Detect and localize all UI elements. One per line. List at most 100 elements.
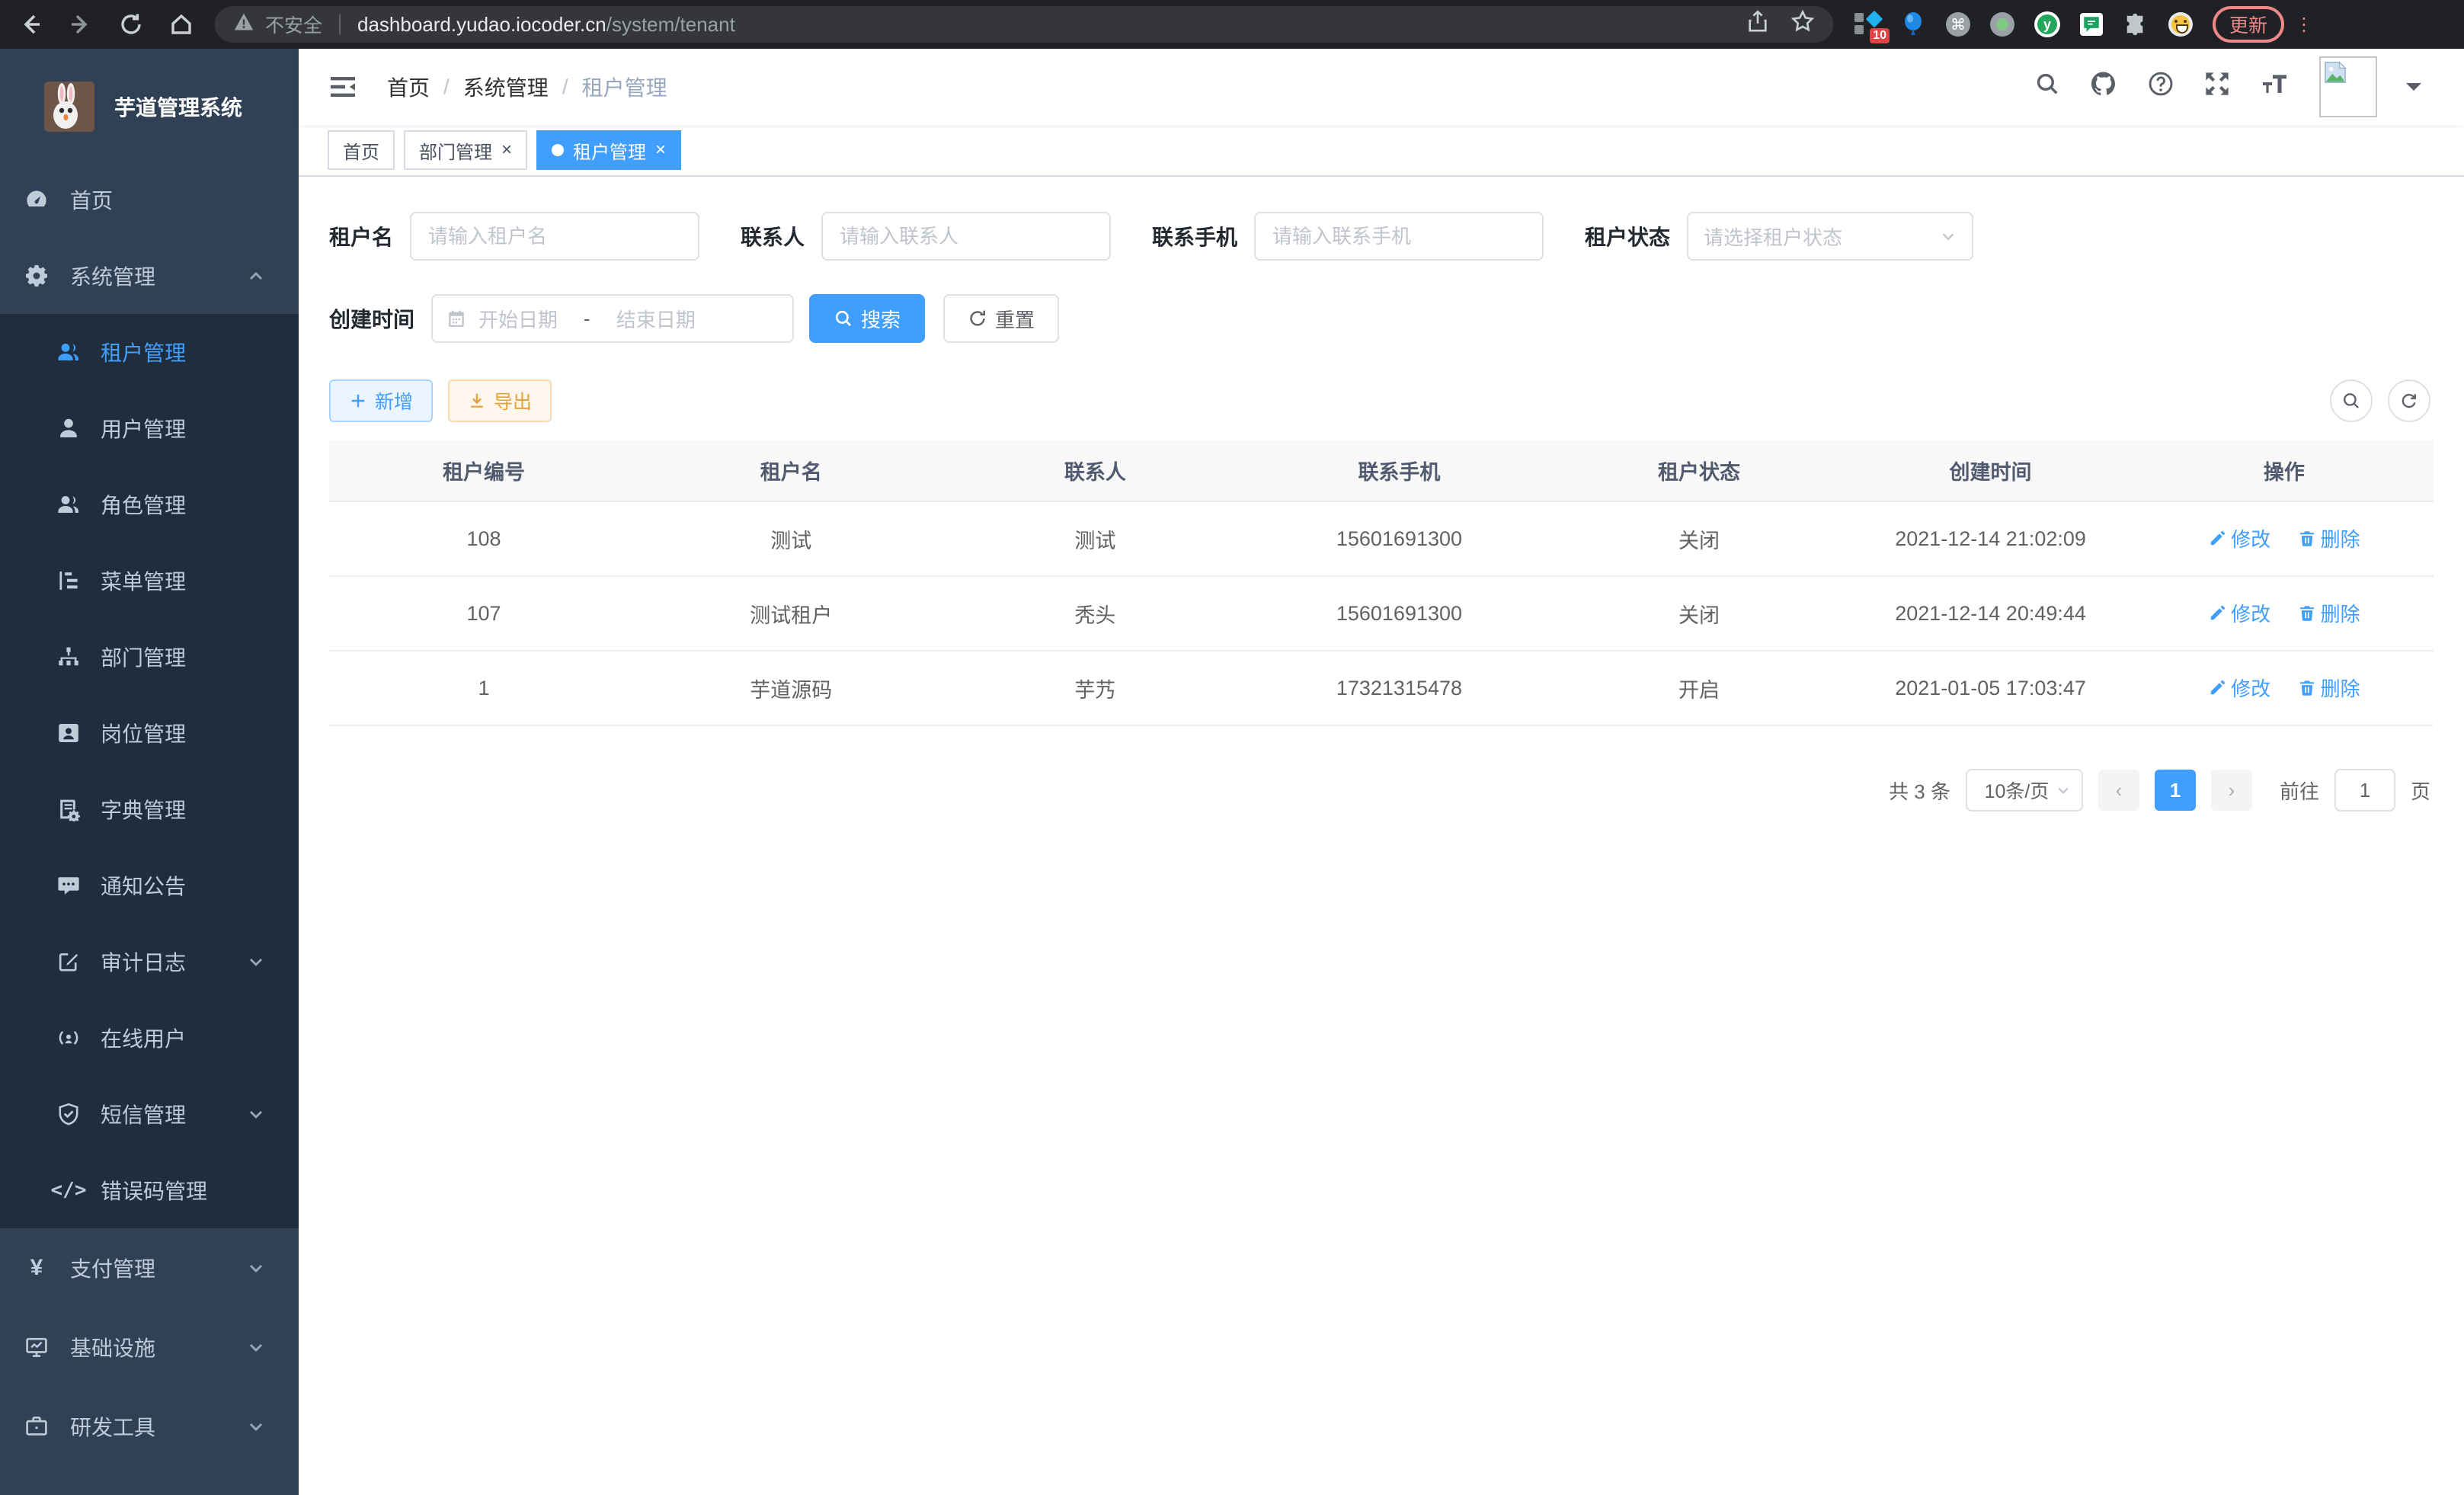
tab-tenant[interactable]: 租户管理 × xyxy=(536,130,681,170)
select-caret-icon xyxy=(2056,783,2071,798)
url-path: /system/tenant xyxy=(606,13,735,36)
breadcrumb-system[interactable]: 系统管理 xyxy=(463,72,549,102)
extension-y-icon[interactable]: y xyxy=(2034,11,2060,37)
status-text: 关闭 xyxy=(1552,576,1847,651)
font-size-icon[interactable] xyxy=(2260,72,2290,102)
menu-tree-icon xyxy=(56,568,81,593)
roles-icon xyxy=(56,492,81,517)
url-bar[interactable]: 不安全 dashboard.yudao.iocoder.cn/system/te… xyxy=(215,6,1833,43)
home-icon[interactable] xyxy=(169,12,194,37)
app-window: 不安全 dashboard.yudao.iocoder.cn/system/te… xyxy=(0,0,2464,1495)
sidebar-item-online-user[interactable]: 在线用户 xyxy=(0,1000,299,1076)
browser-menu-icon[interactable]: ⋮ xyxy=(2295,14,2313,36)
tab-dept[interactable]: 部门管理 × xyxy=(404,130,527,170)
trash-icon xyxy=(2298,530,2316,548)
export-button[interactable]: 导出 xyxy=(448,379,552,422)
refresh-icon xyxy=(968,309,987,328)
url-divider xyxy=(339,14,341,34)
show-search-toggle-button[interactable] xyxy=(2330,379,2373,422)
sidebar-item-user[interactable]: 用户管理 xyxy=(0,390,299,466)
sidebar-item-payment[interactable]: ¥ 支付管理 xyxy=(0,1228,299,1308)
app-logo[interactable]: 芋道管理系统 xyxy=(0,49,299,162)
sidebar-item-error-code[interactable]: </> 错误码管理 xyxy=(0,1152,299,1228)
tab-home[interactable]: 首页 xyxy=(328,130,395,170)
online-user-icon xyxy=(56,1026,81,1050)
extension-balloon-icon[interactable] xyxy=(1900,11,1926,37)
sidebar-item-audit-log[interactable]: 审计日志 xyxy=(0,924,299,1000)
sidebar-item-sms[interactable]: 短信管理 xyxy=(0,1076,299,1152)
delete-link[interactable]: 删除 xyxy=(2298,599,2360,627)
table-header-row: 租户编号 租户名 联系人 联系手机 租户状态 创建时间 操作 xyxy=(329,440,2434,501)
reload-icon[interactable] xyxy=(119,12,143,37)
reset-button[interactable]: 重置 xyxy=(943,294,1059,343)
chevron-down-icon xyxy=(247,1417,265,1436)
user-icon xyxy=(56,416,81,440)
avatar[interactable] xyxy=(2319,56,2377,117)
search-button[interactable]: 搜索 xyxy=(809,294,925,343)
sidebar-item-notice[interactable]: 通知公告 xyxy=(0,847,299,924)
page-size-select[interactable]: 10条/页 xyxy=(1966,769,2083,812)
browser-toolbar: 不安全 dashboard.yudao.iocoder.cn/system/te… xyxy=(0,0,2464,49)
sidebar-item-home[interactable]: 首页 xyxy=(0,162,299,238)
delete-link[interactable]: 删除 xyxy=(2298,674,2360,702)
delete-link[interactable]: 删除 xyxy=(2298,524,2360,552)
phone-input[interactable] xyxy=(1254,212,1544,261)
dashboard-icon xyxy=(24,187,49,212)
contact-input[interactable] xyxy=(821,212,1111,261)
tenant-name-input[interactable] xyxy=(410,212,699,261)
help-icon[interactable] xyxy=(2147,70,2174,104)
sidebar-item-dev-tools[interactable]: 研发工具 xyxy=(0,1387,299,1466)
chevron-up-icon xyxy=(247,267,265,285)
sidebar-item-menu[interactable]: 菜单管理 xyxy=(0,543,299,619)
update-button[interactable]: 更新 xyxy=(2213,6,2284,43)
sidebar-item-post[interactable]: 岗位管理 xyxy=(0,695,299,771)
back-icon[interactable] xyxy=(18,12,43,37)
sidebar-item-dept[interactable]: 部门管理 xyxy=(0,619,299,695)
active-tab-dot xyxy=(552,144,564,156)
extension-command-icon[interactable]: ⌘ xyxy=(1946,12,1970,37)
edit-link[interactable]: 修改 xyxy=(2208,674,2270,702)
create-time-range-input[interactable]: 开始日期 - 结束日期 xyxy=(431,294,794,343)
add-button[interactable]: 新增 xyxy=(329,379,433,422)
security-warning-icon[interactable] xyxy=(233,11,254,39)
post-badge-icon xyxy=(56,721,81,745)
extension-chat-icon[interactable] xyxy=(2080,13,2103,36)
error-code-icon: </> xyxy=(56,1178,81,1202)
status-select[interactable]: 请选择租户状态 xyxy=(1687,212,1973,261)
sidebar-item-tenant[interactable]: 租户管理 xyxy=(0,314,299,390)
sidebar-item-system[interactable]: 系统管理 xyxy=(0,238,299,314)
breadcrumb-home[interactable]: 首页 xyxy=(387,72,430,102)
sidebar-item-dict[interactable]: 字典管理 xyxy=(0,771,299,847)
col-tenant-id: 租户编号 xyxy=(329,440,638,501)
github-icon[interactable] xyxy=(2089,69,2118,104)
extension-grid-icon[interactable]: 10 xyxy=(1854,11,1880,37)
forward-icon[interactable] xyxy=(69,12,93,37)
create-time-label: 创建时间 xyxy=(329,303,431,334)
refresh-table-button[interactable] xyxy=(2388,379,2430,422)
extension-green-dot-icon[interactable] xyxy=(1990,12,2014,37)
col-status: 租户状态 xyxy=(1552,440,1847,501)
sidebar-collapse-icon[interactable] xyxy=(317,75,369,99)
edit-link[interactable]: 修改 xyxy=(2208,599,2270,627)
avatar-caret-icon[interactable] xyxy=(2406,83,2421,98)
goto-page-input[interactable] xyxy=(2334,769,2395,812)
close-icon[interactable]: × xyxy=(501,139,512,161)
url-text: dashboard.yudao.iocoder.cn/system/tenant xyxy=(357,13,735,37)
share-icon[interactable] xyxy=(1746,10,1769,39)
close-icon[interactable]: × xyxy=(655,139,666,161)
end-date-placeholder: 结束日期 xyxy=(616,305,696,333)
sidebar-item-infra[interactable]: 基础设施 xyxy=(0,1308,299,1387)
extension-smiley-icon[interactable] xyxy=(2168,12,2193,37)
prev-page-button[interactable]: ‹ xyxy=(2098,770,2139,811)
edit-link[interactable]: 修改 xyxy=(2208,524,2270,552)
header-search-icon[interactable] xyxy=(2034,71,2060,103)
sidebar-item-role[interactable]: 角色管理 xyxy=(0,466,299,543)
start-date-placeholder: 开始日期 xyxy=(478,305,558,333)
extension-puzzle-icon[interactable] xyxy=(2123,11,2149,37)
fullscreen-icon[interactable] xyxy=(2203,70,2231,104)
next-page-button[interactable]: › xyxy=(2211,770,2252,811)
current-page-button[interactable]: 1 xyxy=(2155,770,2196,811)
extensions-row: 10 ⌘ y xyxy=(1854,11,2193,37)
bookmark-star-icon[interactable] xyxy=(1790,9,1815,40)
download-icon xyxy=(468,392,486,410)
